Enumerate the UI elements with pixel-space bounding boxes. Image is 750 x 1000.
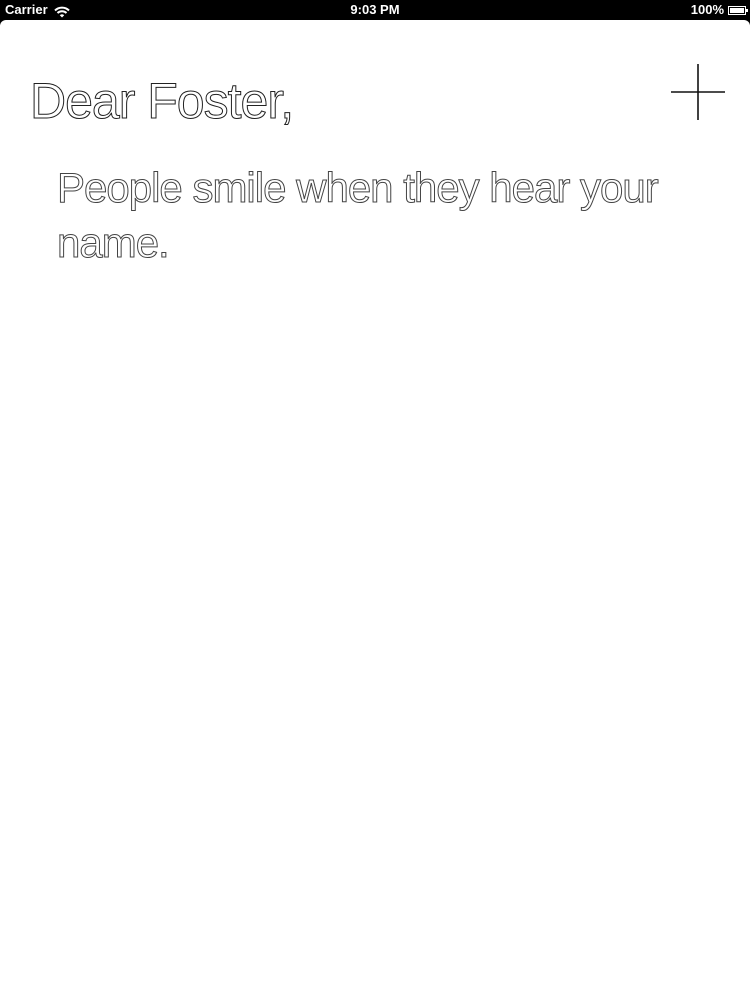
battery-percent: 100% xyxy=(690,2,724,17)
greeting-text: Dear Foster, xyxy=(29,73,294,129)
status-bar: Carrier 9:03 PM 100% xyxy=(0,0,750,20)
status-time: 9:03 PM xyxy=(350,2,400,17)
note-screen: Dear Foster, People smile when they hear… xyxy=(0,20,750,1000)
add-button[interactable] xyxy=(668,62,728,122)
battery-icon xyxy=(728,5,748,15)
status-right: 100% xyxy=(690,0,748,20)
battery-fill xyxy=(730,7,744,13)
message-text: People smile when they hear your name. xyxy=(57,164,660,267)
plus-icon xyxy=(671,64,725,120)
battery-nub xyxy=(746,8,748,12)
